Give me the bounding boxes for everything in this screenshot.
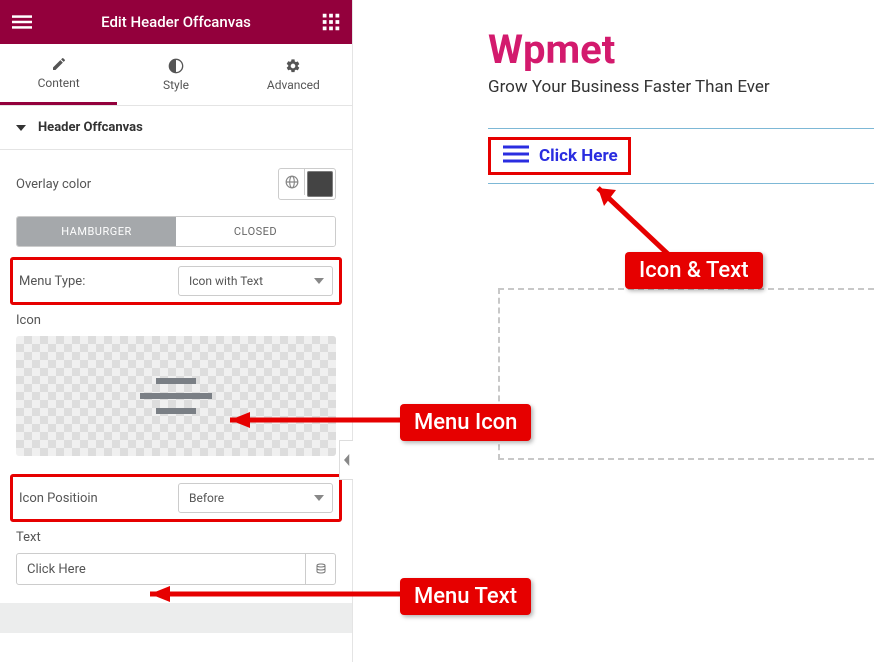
dynamic-tags-button[interactable] (305, 554, 335, 584)
annotation-callout-icon-text: Icon & Text (625, 252, 763, 289)
menu-type-label: Menu Type: (19, 274, 85, 289)
section-title: Header Offcanvas (38, 120, 143, 135)
brand-logo: Wpmet (488, 26, 770, 73)
editor-panel: Edit Header Offcanvas Content Style Ad (0, 0, 353, 662)
overlay-color-control[interactable] (278, 168, 336, 200)
panel-tabs: Content Style Advanced (0, 44, 352, 106)
annotation-arrow-menu-icon (210, 410, 410, 434)
contrast-icon (168, 58, 184, 74)
panel-title: Edit Header Offcanvas (40, 13, 312, 31)
chevron-down-icon (314, 493, 324, 503)
caret-down-icon (16, 123, 26, 133)
empty-section-placeholder[interactable] (498, 288, 874, 460)
overlay-color-label: Overlay color (16, 177, 91, 192)
globe-icon (285, 175, 299, 189)
tab-style-label: Style (163, 78, 189, 92)
panel-widgets-button[interactable] (312, 13, 340, 31)
gear-icon (285, 58, 301, 74)
brand-tagline: Grow Your Business Faster Than Ever (488, 77, 770, 97)
chevron-left-icon (343, 454, 351, 466)
text-input-wrap (16, 553, 336, 585)
text-input[interactable] (17, 554, 305, 584)
menu-type-value: Icon with Text (189, 274, 263, 288)
panel-collapse-handle[interactable] (339, 440, 353, 480)
icon-position-value: Before (189, 491, 224, 505)
global-color-toggle[interactable] (279, 169, 305, 195)
database-icon (315, 563, 327, 575)
seg-closed[interactable]: CLOSED (176, 217, 335, 246)
overlay-color-swatch[interactable] (307, 171, 333, 197)
state-segmented-control: HAMBURGER CLOSED (16, 216, 336, 247)
preview-canvas: Wpmet Grow Your Business Faster Than Eve… (353, 0, 874, 662)
panel-menu-button[interactable] (12, 12, 40, 32)
section-header-offcanvas[interactable]: Header Offcanvas (0, 106, 352, 150)
row-overlay-color: Overlay color (16, 168, 336, 200)
tab-advanced[interactable]: Advanced (235, 44, 352, 105)
annotation-callout-menu-icon: Menu Icon (400, 404, 531, 441)
seg-hamburger[interactable]: HAMBURGER (17, 217, 176, 246)
chevron-down-icon (314, 276, 324, 286)
brand-block: Wpmet Grow Your Business Faster Than Eve… (488, 26, 770, 97)
offcanvas-trigger-icon (501, 144, 531, 168)
tab-advanced-label: Advanced (267, 78, 320, 92)
icon-field-label: Icon (16, 313, 336, 328)
icon-position-label: Icon Positioin (19, 491, 98, 506)
tab-style[interactable]: Style (117, 44, 234, 105)
icon-preview[interactable] (16, 336, 336, 456)
icon-position-select[interactable]: Before (178, 483, 333, 513)
pencil-icon (51, 56, 67, 72)
panel-topbar: Edit Header Offcanvas (0, 0, 352, 44)
hamburger-icon (12, 12, 32, 32)
tab-content-label: Content (38, 76, 80, 90)
tab-content[interactable]: Content (0, 44, 117, 105)
menu-type-select[interactable]: Icon with Text (178, 266, 333, 296)
offcanvas-trigger-text: Click Here (539, 146, 618, 166)
annotation-arrow-menu-text (130, 584, 410, 608)
text-field-label: Text (16, 530, 336, 545)
grid-icon (322, 13, 340, 31)
hamburger-preview-icon (136, 372, 216, 420)
highlight-icon-position: Icon Positioin Before (10, 474, 342, 522)
highlight-menu-type: Menu Type: Icon with Text (10, 257, 342, 305)
annotation-callout-menu-text: Menu Text (400, 578, 531, 615)
